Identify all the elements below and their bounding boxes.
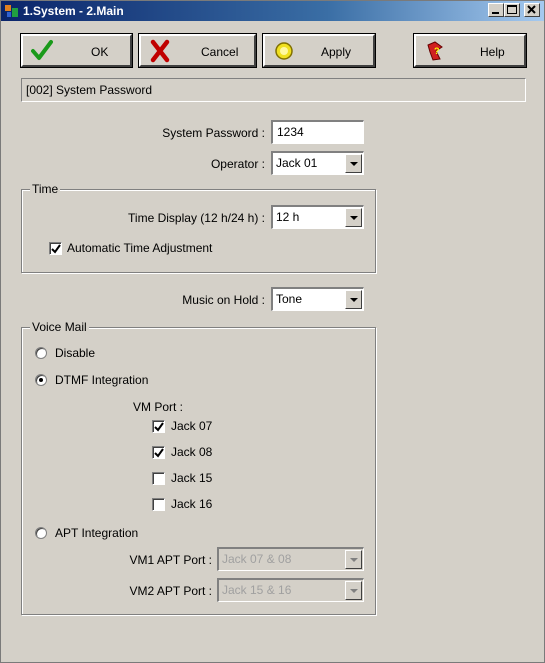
radio-selected-dot bbox=[39, 378, 43, 382]
maximize-icon bbox=[507, 5, 517, 14]
dtmf-integration-radio[interactable] bbox=[35, 374, 47, 386]
checkmark-icon bbox=[51, 244, 61, 254]
minimize-icon bbox=[492, 12, 499, 14]
apply-circle-icon bbox=[275, 42, 293, 60]
checkmark-icon bbox=[31, 40, 53, 60]
checkmark-icon bbox=[154, 448, 164, 458]
vm2-apt-port-value: Jack 15 & 16 bbox=[222, 583, 292, 597]
close-icon bbox=[527, 5, 536, 14]
port-jack16-checkbox[interactable] bbox=[152, 498, 165, 511]
help-button[interactable]: ? Help bbox=[413, 33, 527, 68]
title-bar[interactable]: 1.System - 2.Main bbox=[1, 1, 544, 21]
main-window: 1.System - 2.Main OK Cancel Apply ? Help… bbox=[0, 0, 545, 663]
maximize-button[interactable] bbox=[504, 3, 520, 17]
svg-text:?: ? bbox=[434, 46, 440, 56]
cancel-button[interactable]: Cancel bbox=[138, 33, 257, 68]
time-display-value: 12 h bbox=[276, 210, 300, 224]
help-icon: ? bbox=[427, 41, 443, 61]
chevron-down-icon[interactable] bbox=[345, 581, 362, 600]
apply-button[interactable]: Apply bbox=[262, 33, 376, 68]
port-jack15-checkbox[interactable] bbox=[152, 472, 165, 485]
ok-button[interactable]: OK bbox=[20, 33, 133, 68]
chevron-down-icon[interactable] bbox=[345, 290, 362, 309]
time-display-label: Time Display (12 h/24 h) : bbox=[128, 211, 265, 225]
apt-integration-radio[interactable] bbox=[35, 527, 47, 539]
port-jack16-label: Jack 16 bbox=[171, 497, 213, 511]
section-header-text: [002] System Password bbox=[26, 83, 153, 97]
music-on-hold-select[interactable]: Tone bbox=[271, 287, 364, 311]
port-jack07-label: Jack 07 bbox=[171, 419, 213, 433]
time-group-title: Time bbox=[30, 182, 61, 196]
port-jack08-label: Jack 08 bbox=[171, 445, 213, 459]
vm1-apt-port-value: Jack 07 & 08 bbox=[222, 552, 292, 566]
ok-label: OK bbox=[91, 45, 109, 59]
vm-port-label: VM Port : bbox=[133, 400, 184, 414]
time-group bbox=[21, 189, 376, 273]
auto-time-checkbox[interactable] bbox=[49, 242, 62, 255]
system-password-input[interactable]: 1234 bbox=[271, 120, 364, 144]
apt-integration-label: APT Integration bbox=[55, 526, 139, 540]
section-header: [002] System Password bbox=[21, 78, 526, 102]
vm2-apt-port-label: VM2 APT Port : bbox=[129, 584, 212, 598]
apply-label: Apply bbox=[321, 45, 352, 59]
minimize-button[interactable] bbox=[488, 3, 504, 17]
music-on-hold-label: Music on Hold : bbox=[182, 293, 265, 307]
voice-mail-group-title: Voice Mail bbox=[30, 320, 89, 334]
port-jack08-checkbox[interactable] bbox=[152, 446, 165, 459]
disable-radio-label: Disable bbox=[55, 346, 96, 360]
music-on-hold-value: Tone bbox=[276, 292, 303, 306]
dtmf-integration-label: DTMF Integration bbox=[55, 373, 149, 387]
vm1-apt-port-select[interactable]: Jack 07 & 08 bbox=[217, 547, 364, 571]
operator-label: Operator : bbox=[210, 157, 265, 171]
disable-radio[interactable] bbox=[35, 347, 47, 359]
help-label: Help bbox=[480, 45, 505, 59]
cancel-label: Cancel bbox=[201, 45, 239, 59]
chevron-down-icon[interactable] bbox=[345, 154, 362, 173]
checkmark-icon bbox=[154, 422, 164, 432]
operator-value: Jack 01 bbox=[276, 156, 318, 170]
window-title: 1.System - 2.Main bbox=[23, 4, 124, 18]
port-jack07-checkbox[interactable] bbox=[152, 420, 165, 433]
vm1-apt-port-label: VM1 APT Port : bbox=[129, 553, 212, 567]
chevron-down-icon[interactable] bbox=[345, 208, 362, 227]
system-password-label: System Password : bbox=[162, 126, 265, 140]
time-display-select[interactable]: 12 h bbox=[271, 205, 364, 229]
auto-time-label: Automatic Time Adjustment bbox=[67, 241, 213, 255]
app-icon bbox=[5, 5, 18, 17]
close-button[interactable] bbox=[524, 3, 540, 17]
cancel-x-icon bbox=[150, 39, 170, 63]
chevron-down-icon[interactable] bbox=[345, 550, 362, 569]
operator-select[interactable]: Jack 01 bbox=[271, 151, 364, 175]
vm2-apt-port-select[interactable]: Jack 15 & 16 bbox=[217, 578, 364, 602]
port-jack15-label: Jack 15 bbox=[171, 471, 213, 485]
